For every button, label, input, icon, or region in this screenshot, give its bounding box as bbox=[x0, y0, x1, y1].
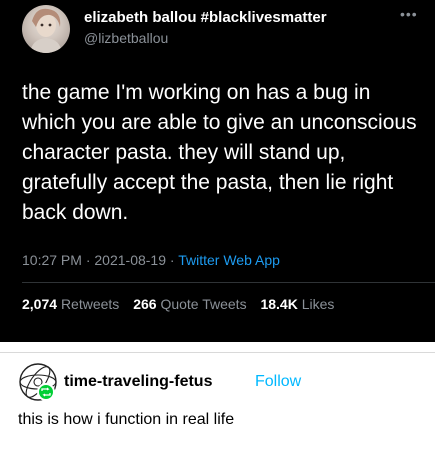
quote-label: Quote Tweets bbox=[160, 296, 247, 312]
likes-stat[interactable]: 18.4K Likes bbox=[260, 296, 334, 312]
tweet-text: the game I'm working on has a bug in whi… bbox=[22, 81, 417, 224]
tweet-divider bbox=[22, 282, 435, 283]
quote-count: 266 bbox=[133, 296, 157, 312]
avatar-photo bbox=[30, 8, 62, 53]
retweets-label: Retweets bbox=[60, 296, 120, 312]
author-name[interactable]: elizabeth ballou #blacklivesmatter bbox=[84, 9, 327, 26]
quote-tweets-stat[interactable]: 266 Quote Tweets bbox=[133, 296, 246, 312]
likes-count: 18.4K bbox=[260, 296, 298, 312]
reblog-comment: this is how i function in real life bbox=[18, 411, 235, 428]
blog-name[interactable]: time-traveling-fetus bbox=[64, 373, 212, 391]
tweet-time[interactable]: 10:27 PM bbox=[22, 252, 82, 268]
follow-button[interactable]: Follow bbox=[255, 373, 301, 391]
meta-separator: · bbox=[169, 252, 175, 268]
tweet-meta: 10:27 PM · 2021-08-19 · Twitter Web App bbox=[22, 252, 280, 268]
tweet-stats: 2,074 Retweets 266 Quote Tweets 18.4K Li… bbox=[22, 296, 334, 312]
more-horizontal-icon[interactable]: ••• bbox=[400, 6, 418, 22]
reblog-arrows-icon bbox=[41, 387, 51, 397]
reblog-divider bbox=[0, 352, 435, 353]
tweet-date[interactable]: 2021-08-19 bbox=[94, 252, 166, 268]
retweets-count: 2,074 bbox=[22, 296, 58, 312]
author-handle[interactable]: @lizbetballou bbox=[84, 30, 168, 46]
likes-label: Likes bbox=[301, 296, 335, 312]
tweet-source-app[interactable]: Twitter Web App bbox=[178, 252, 280, 268]
retweets-stat[interactable]: 2,074 Retweets bbox=[22, 296, 119, 312]
author-avatar[interactable] bbox=[22, 5, 70, 53]
meta-separator: · bbox=[85, 252, 91, 268]
tweet-card: elizabeth ballou #blacklivesmatter @lizb… bbox=[0, 0, 435, 342]
reblog-icon bbox=[37, 383, 55, 401]
